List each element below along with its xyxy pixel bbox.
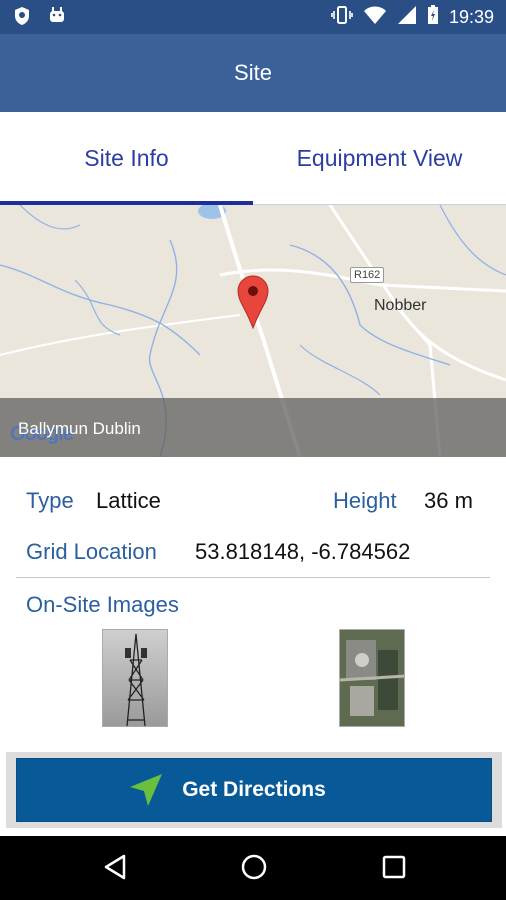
tab-site-info[interactable]: Site Info — [0, 112, 253, 205]
wifi-icon — [363, 5, 387, 30]
recents-icon[interactable] — [379, 852, 409, 887]
grid-location-label: Grid Location — [26, 539, 157, 564]
on-site-images-label: On-Site Images — [26, 592, 179, 617]
directions-button-container: Get Directions — [6, 752, 502, 828]
height-label: Height — [333, 488, 397, 513]
vibrate-icon — [331, 5, 353, 30]
map-view[interactable]: R162 Nobber Google Ballymun Dublin — [0, 205, 506, 457]
tower-photo[interactable] — [102, 629, 168, 727]
aerial-photo[interactable] — [339, 629, 405, 727]
system-nav-bar — [0, 836, 506, 900]
shield-icon — [14, 6, 30, 31]
type-value: Lattice — [96, 488, 161, 513]
home-icon[interactable] — [239, 852, 269, 887]
town-label: Nobber — [374, 297, 427, 314]
height-value: 36 m — [424, 488, 473, 513]
android-icon — [48, 6, 66, 31]
get-directions-label: Get Directions — [182, 778, 326, 801]
navigation-arrow-icon — [129, 773, 163, 813]
road-label: R162 — [350, 267, 385, 283]
tab-equipment-view[interactable]: Equipment View — [253, 112, 506, 204]
type-label: Type — [26, 488, 74, 513]
clock: 19:39 — [448, 7, 494, 27]
back-icon[interactable] — [100, 852, 130, 887]
signal-icon — [397, 5, 417, 30]
app-bar: Site — [0, 34, 506, 112]
map-pin-icon — [237, 275, 269, 330]
status-bar: 19:39 — [0, 0, 506, 34]
map-caption: Ballymun Dublin — [18, 419, 141, 438]
tab-bar: Site Info Equipment View — [0, 112, 506, 205]
get-directions-button[interactable]: Get Directions — [16, 758, 492, 822]
divider — [16, 577, 490, 578]
page-title: Site — [234, 60, 272, 85]
grid-location-value: 53.818148, -6.784562 — [195, 539, 411, 564]
battery-icon — [427, 5, 439, 30]
